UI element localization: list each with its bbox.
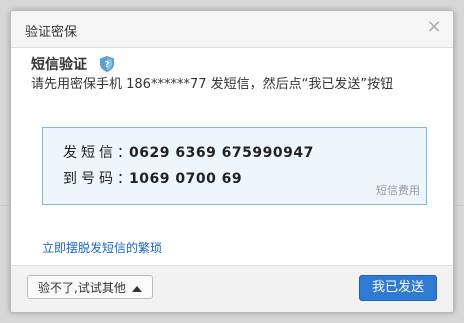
sms-number-label: 到号码： [63,171,135,187]
section-heading: 短信验证 [31,56,87,73]
sms-number-value[interactable]: 1069 0700 69 [129,171,242,187]
sms-info-box: 发短信：0629 6369 675990947 到号码：1069 0700 69… [42,127,427,205]
sms-content-row: 发短信：0629 6369 675990947 [63,142,314,162]
sms-content-label: 发短信： [63,145,135,161]
shield-icon: ? [100,55,115,72]
sent-button[interactable]: 我已发送 [359,275,437,301]
sms-content-value[interactable]: 0629 6369 675990947 [129,145,314,161]
instruction-text: 请先用密保手机 186******77 发短信，然后点“我已发送”按钮 [31,77,394,92]
sms-fee-note: 短信费用 [376,184,420,197]
close-icon[interactable]: × [425,18,443,36]
sms-number-row: 到号码：1069 0700 69 [63,168,242,188]
dialog-titlebar: 验证密保 × [11,11,453,48]
verify-dialog: 验证密保 × 短信验证 ? 请先用密保手机 186******77 发短信，然后… [10,10,454,313]
caret-up-icon [131,285,142,292]
dialog-footer: 验不了,试试其他 我已发送 [11,265,453,312]
svg-text:?: ? [105,60,110,69]
try-other-button[interactable]: 验不了,试试其他 [27,275,153,299]
try-other-label: 验不了,试试其他 [38,281,126,295]
heading-row: 短信验证 ? [31,53,115,73]
skip-sms-link[interactable]: 立即摆脱发短信的繁琐 [42,239,162,256]
dialog-title: 验证密保 [25,25,78,40]
